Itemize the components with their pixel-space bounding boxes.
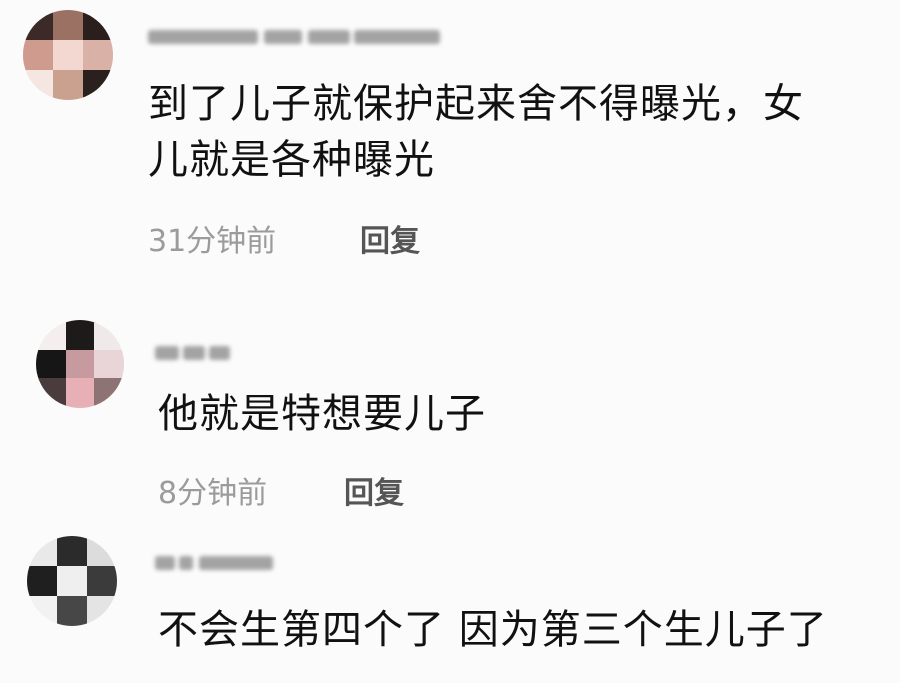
- comment-text-line: 儿就是各种曝光: [148, 137, 435, 183]
- comment-text: 不会生第四个了 因为第三个生儿子了: [158, 602, 828, 658]
- comment-item: 到了儿子就保护起来舍不得曝光，女 儿就是各种曝光 31分钟前 回复: [0, 0, 900, 300]
- username[interactable]: [155, 342, 230, 364]
- comment-text-line: 他就是特想要儿子: [158, 391, 486, 437]
- avatar[interactable]: [27, 536, 117, 626]
- reply-button[interactable]: 回复: [360, 224, 420, 260]
- avatar[interactable]: [23, 10, 113, 100]
- comment-time: 8分钟前: [158, 476, 268, 511]
- comment-text-line: 不会生第四个了 因为第三个生儿子了: [158, 607, 828, 653]
- comment-item: 不会生第四个了 因为第三个生儿子了: [0, 530, 900, 683]
- username[interactable]: [148, 26, 440, 48]
- comment-text-line: 到了儿子就保护起来舍不得曝光，女: [148, 81, 804, 127]
- comment-item: 他就是特想要儿子 8分钟前 回复: [0, 300, 900, 530]
- username[interactable]: [155, 552, 273, 574]
- comment-time: 31分钟前: [148, 224, 277, 259]
- comment-text: 他就是特想要儿子: [158, 386, 486, 442]
- reply-button[interactable]: 回复: [344, 476, 404, 512]
- comment-text: 到了儿子就保护起来舍不得曝光，女 儿就是各种曝光: [148, 76, 804, 188]
- avatar[interactable]: [36, 320, 124, 408]
